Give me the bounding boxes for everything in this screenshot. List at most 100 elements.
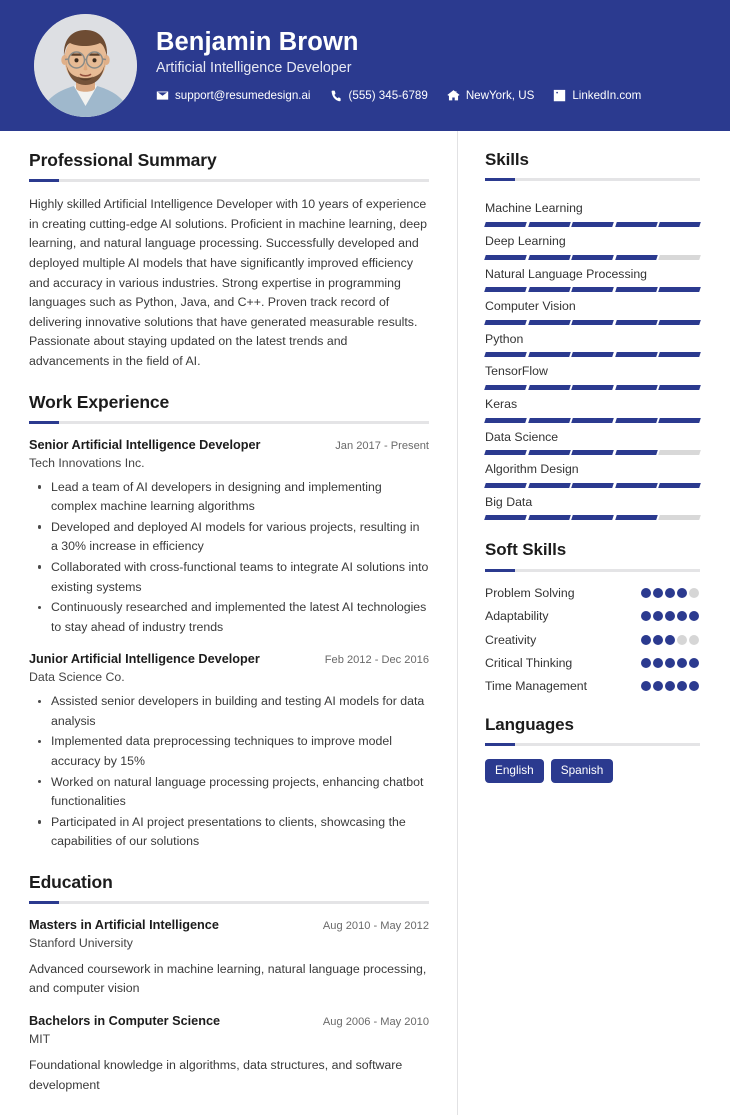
- skill-level-bar: [484, 515, 701, 521]
- list-item: Lead a team of AI developers in designin…: [38, 478, 429, 517]
- skill-bar-segment: [614, 450, 658, 456]
- soft-skill-row: Problem Solving: [485, 585, 700, 601]
- avatar: [34, 14, 137, 117]
- rating-dot: [677, 634, 687, 645]
- rating-dot: [653, 634, 663, 645]
- rating-dot: [689, 634, 699, 645]
- rating-dot: [665, 587, 675, 598]
- contact-location-label: NewYork, US: [465, 88, 535, 102]
- education-date: Aug 2006 - May 2010: [322, 1015, 429, 1028]
- contact-phone[interactable]: (555) 345-6789: [330, 89, 428, 102]
- skill-level-bar: [484, 450, 701, 456]
- experience-organization: Tech Innovations Inc.: [29, 455, 145, 470]
- contact-location[interactable]: NewYork, US: [447, 88, 535, 102]
- section-title-languages: Languages: [485, 714, 574, 734]
- skill-bar-segment: [658, 385, 701, 391]
- soft-skill-rating: [641, 632, 700, 645]
- skill-label: Big Data: [485, 494, 533, 509]
- experience-entry: Junior Artificial Intelligence Developer…: [29, 651, 429, 852]
- skill-bar-segment: [527, 515, 570, 521]
- soft-skill-row: Creativity: [485, 632, 700, 648]
- experience-role: Senior Artificial Intelligence Developer: [29, 437, 261, 452]
- rating-dot: [653, 587, 663, 598]
- skill-label: Python: [485, 331, 524, 346]
- soft-skill-row: Adaptability: [485, 608, 700, 624]
- skill-row: TensorFlow: [484, 357, 701, 391]
- list-item: Implemented data preprocessing technique…: [38, 732, 429, 771]
- skill-bar-segment: [614, 352, 658, 358]
- skill-bar-segment: [614, 515, 658, 521]
- section-rule: [485, 568, 700, 572]
- skill-level-bar: [484, 319, 701, 325]
- rating-dot: [689, 657, 699, 668]
- skill-bar-segment: [484, 254, 527, 260]
- rating-dot: [689, 611, 699, 622]
- contact-linkedin[interactable]: LinkedIn.com: [553, 89, 641, 102]
- skill-bar-segment: [658, 254, 701, 260]
- skill-bar-segment: [571, 287, 614, 293]
- home-icon: [447, 89, 460, 102]
- rating-dot: [665, 611, 675, 622]
- skill-bar-segment: [484, 515, 527, 521]
- skill-level-bar: [484, 417, 701, 423]
- rating-dot: [653, 657, 663, 668]
- rating-dot: [641, 587, 651, 598]
- skill-bar-segment: [658, 287, 701, 293]
- skill-bar-segment: [527, 417, 570, 423]
- experience-role: Junior Artificial Intelligence Developer: [29, 652, 260, 667]
- skills-list: Machine Learning Deep Learning Natural Lan…: [484, 194, 701, 521]
- rating-dot: [641, 611, 651, 622]
- skill-bar-segment: [527, 222, 570, 227]
- section-professional-summary: Professional Summary Highly skilled Arti…: [29, 150, 429, 372]
- candidate-name: Benjamin Brown: [156, 28, 359, 57]
- section-languages: Languages English Spanish: [485, 715, 700, 783]
- skill-label: Keras: [485, 397, 518, 412]
- skill-label: Deep Learning: [485, 234, 566, 248]
- language-chip: English: [485, 758, 544, 783]
- education-entry-head: Bachelors in Computer Science Aug 2006 -…: [29, 1013, 429, 1030]
- skill-level-bar: [484, 254, 701, 260]
- rating-dot: [689, 681, 699, 692]
- resume-page: Benjamin Brown Artificial Intelligence D…: [0, 0, 730, 1115]
- skill-bar-segment: [484, 352, 527, 358]
- resume-body: Professional Summary Highly skilled Arti…: [0, 131, 730, 1115]
- summary-text: Highly skilled Artificial Intelligence D…: [29, 197, 427, 368]
- soft-skill-label: Time Management: [485, 679, 588, 694]
- skill-level-bar: [484, 352, 701, 358]
- list-item: Worked on natural language processing pr…: [38, 773, 429, 812]
- skill-label: Algorithm Design: [485, 462, 579, 477]
- education-degree: Masters in Artificial Intelligence: [29, 917, 219, 932]
- skill-label: Computer Vision: [485, 299, 576, 314]
- sidebar-column: Skills Machine Learning Deep Learning Natu…: [458, 150, 730, 803]
- skill-level-bar: [484, 482, 701, 488]
- rating-dot: [677, 657, 687, 668]
- skill-bar-segment: [484, 287, 527, 293]
- skill-bar-segment: [527, 352, 570, 358]
- soft-skill-rating: [641, 608, 700, 622]
- skill-bar-segment: [484, 385, 527, 391]
- main-column: Professional Summary Highly skilled Arti…: [0, 150, 457, 1115]
- contact-email[interactable]: support@resumedesign.ai: [156, 89, 311, 102]
- skill-row: Big Data: [484, 488, 701, 521]
- experience-date: Feb 2012 - Dec 2016: [324, 654, 429, 667]
- skill-label: TensorFlow: [485, 364, 548, 379]
- section-skills: Skills Machine Learning Deep Learning Natu…: [484, 150, 701, 521]
- soft-skill-label: Problem Solving: [485, 585, 575, 600]
- skill-label: Natural Language Processing: [485, 266, 648, 281]
- skill-bar-segment: [614, 254, 658, 260]
- skill-bar-segment: [527, 287, 570, 293]
- experience-entry: Senior Artificial Intelligence Developer…: [29, 437, 429, 638]
- soft-skill-rating: [641, 678, 700, 692]
- rating-dot: [677, 611, 687, 622]
- section-rule: [485, 742, 700, 746]
- experience-bullet-list: Assisted senior developers in building a…: [29, 692, 429, 852]
- education-entry: Bachelors in Computer Science Aug 2006 -…: [29, 1013, 429, 1095]
- skill-bar-segment: [614, 385, 658, 391]
- resume-header: Benjamin Brown Artificial Intelligence D…: [0, 0, 730, 131]
- rating-dot: [665, 657, 675, 668]
- soft-skill-label: Adaptability: [485, 609, 549, 624]
- skill-bar-segment: [571, 515, 614, 521]
- contact-phone-label: (555) 345-6789: [348, 88, 428, 102]
- phone-icon: [330, 89, 343, 102]
- skill-row: Data Science: [484, 423, 701, 456]
